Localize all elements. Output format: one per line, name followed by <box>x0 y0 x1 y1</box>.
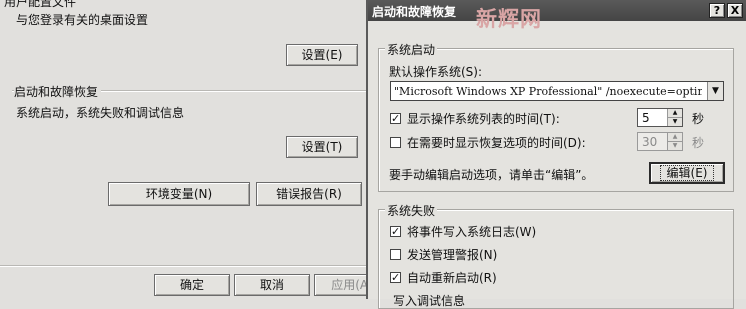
checkmark-icon: ✓ <box>391 225 401 238</box>
close-button[interactable]: X <box>727 3 743 18</box>
checkmark-icon: ✓ <box>391 112 401 125</box>
checkmark-icon: ✓ <box>391 271 401 284</box>
show-os-list-checkbox[interactable]: ✓ <box>390 113 401 124</box>
spinner-buttons: ▲ ▼ <box>667 109 682 126</box>
show-os-list-label[interactable]: 显示操作系统列表的时间(T): <box>407 110 560 127</box>
edit-button[interactable]: 编辑(E) <box>649 162 725 184</box>
spin-up-icon[interactable]: ▲ <box>668 109 682 118</box>
seconds-unit-label-disabled: 秒 <box>692 136 705 150</box>
send-alert-checkbox[interactable] <box>390 249 401 260</box>
title-bar[interactable]: 启动和故障恢复 新辉网 ? X <box>368 0 746 31</box>
spin-down-icon[interactable]: ▼ <box>668 142 682 150</box>
write-event-checkbox[interactable]: ✓ <box>390 226 401 237</box>
manual-edit-instructions: 要手动编辑启动选项，请单击“编辑”。 <box>389 168 594 182</box>
spin-down-icon[interactable]: ▼ <box>668 118 682 126</box>
profile-description: 与您登录有关的桌面设置 <box>16 13 149 27</box>
dialog-title: 启动和故障恢复 <box>372 5 457 19</box>
error-report-button[interactable]: 错误报告(R) <box>256 182 362 206</box>
auto-restart-label[interactable]: 自动重新启动(R) <box>407 269 497 286</box>
help-icon: ? <box>713 4 721 17</box>
help-button[interactable]: ? <box>709 3 725 18</box>
default-os-value: "Microsoft Windows XP Professional" /noe… <box>394 85 702 98</box>
environment-variables-button[interactable]: 环境变量(N) <box>108 182 250 206</box>
startup-heading: 启动和故障恢复 <box>14 83 102 100</box>
chevron-down-icon[interactable]: ▼ <box>707 82 723 100</box>
bottom-separator <box>0 265 366 267</box>
system-startup-title: 系统启动 <box>385 41 438 58</box>
startup-description: 系统启动，系统失败和调试信息 <box>16 106 185 120</box>
startup-settings-button[interactable]: 设置(T) <box>286 136 358 158</box>
show-recovery-spinner[interactable]: 30 ▲ ▼ <box>637 132 683 151</box>
default-os-dropdown[interactable]: "Microsoft Windows XP Professional" /noe… <box>390 81 724 101</box>
send-alert-label[interactable]: 发送管理警报(N) <box>407 246 497 263</box>
ok-button[interactable]: 确定 <box>154 274 230 296</box>
spin-up-icon[interactable]: ▲ <box>668 133 682 142</box>
profile-heading: 用户配置文件 <box>4 0 77 9</box>
system-startup-group: 系统启动 默认操作系统(S): "Microsoft Windows XP Pr… <box>378 41 734 192</box>
watermark-logo: 新辉网 <box>476 7 542 31</box>
auto-restart-checkbox[interactable]: ✓ <box>390 272 401 283</box>
seconds-unit-label: 秒 <box>692 112 705 126</box>
debug-info-heading: 写入调试信息 <box>393 294 466 308</box>
profile-settings-button[interactable]: 设置(E) <box>286 44 358 66</box>
system-failure-group: 系统失败 ✓ 将事件写入系统日志(W) 发送管理警报(N) ✓ 自动重新启动(R… <box>378 202 734 309</box>
cancel-button[interactable]: 取消 <box>234 274 310 296</box>
show-recovery-value: 30 <box>642 135 658 149</box>
show-os-list-value: 5 <box>642 111 650 125</box>
show-recovery-label[interactable]: 在需要时显示恢复选项的时间(D): <box>407 134 586 151</box>
default-os-label: 默认操作系统(S): <box>389 65 483 79</box>
edit-button-label: 编辑(E) <box>659 165 715 181</box>
system-failure-title: 系统失败 <box>385 202 438 219</box>
write-event-label[interactable]: 将事件写入系统日志(W) <box>407 223 536 240</box>
close-icon: X <box>730 4 740 17</box>
show-os-list-spinner[interactable]: 5 ▲ ▼ <box>637 108 683 127</box>
startup-recovery-dialog: 启动和故障恢复 新辉网 ? X 系统启动 默认操作系统(S): "Microso… <box>366 0 746 309</box>
spinner-buttons: ▲ ▼ <box>667 133 682 150</box>
show-recovery-checkbox[interactable] <box>390 137 401 148</box>
